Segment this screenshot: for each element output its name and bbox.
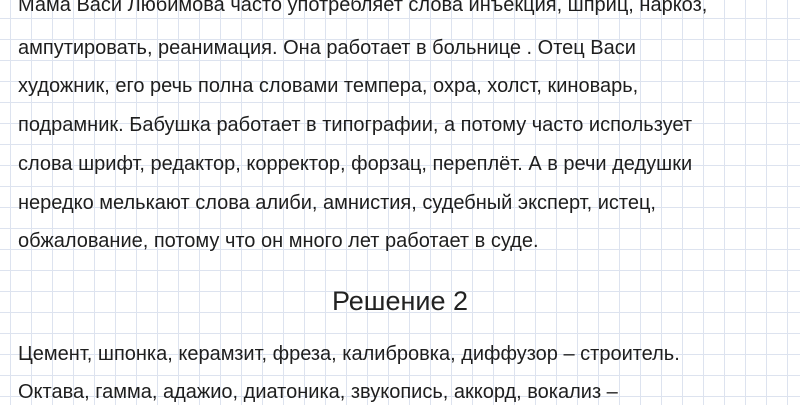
paragraph-1-line-7: обжалование, потому что он много лет раб… — [18, 230, 539, 252]
paragraph-1-line-5: слова шрифт, редактор, корректор, форзац… — [18, 153, 693, 175]
paragraph-1-line-6: нередко мелькают слова алиби, амнистия, … — [18, 192, 656, 214]
paragraph-2-line-2: Октава, гамма, адажио, диатоника, звукоп… — [18, 381, 618, 403]
solution-heading: Решение 2 — [331, 286, 469, 316]
paragraph-2-line-1: Цемент, шпонка, керамзит, фреза, калибро… — [18, 343, 680, 365]
paragraph-1-line-4: подрамник. Бабушка работает в типографии… — [18, 114, 693, 136]
paragraph-1-line-2: ампутировать, реанимация. Она работает в… — [18, 37, 636, 59]
document-page: Мама Васи Любимова часто употребляет сло… — [0, 0, 800, 403]
paragraph-1-line-3: художник, его речь полна словами темпера… — [18, 75, 639, 97]
paragraph-1-line-1: Мама Васи Любимова часто употребляет сло… — [18, 0, 708, 16]
